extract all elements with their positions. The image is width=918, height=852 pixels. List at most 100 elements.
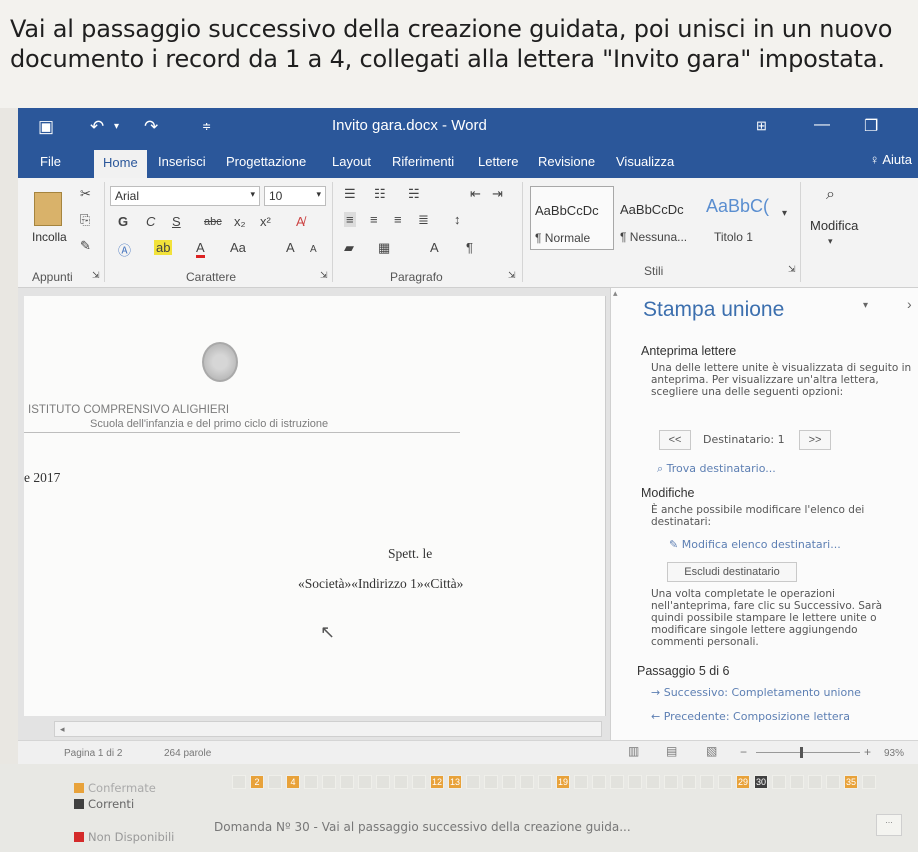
zoom-slider-thumb[interactable] (800, 747, 803, 758)
strikethrough-button[interactable]: abc (204, 216, 222, 228)
question-cell[interactable] (628, 775, 642, 789)
chevron-down-icon[interactable]: ▾ (828, 236, 833, 247)
print-layout-icon[interactable]: ▤ (666, 744, 677, 758)
show-formatting-button[interactable]: ¶ (466, 240, 473, 255)
style-no-spacing[interactable]: AaBbCcDc ¶ Nessuna... (616, 186, 700, 250)
modify-button[interactable]: Modifica (810, 218, 858, 233)
question-cell[interactable] (610, 775, 624, 789)
question-cell[interactable] (574, 775, 588, 789)
zoom-in-icon[interactable]: + (864, 745, 871, 759)
grow-font-button[interactable]: A (286, 240, 295, 255)
borders-icon[interactable]: ▦ (378, 240, 390, 256)
question-cell[interactable]: 12 (430, 775, 444, 789)
tab-review[interactable]: Revisione (538, 154, 595, 169)
question-cell[interactable] (232, 775, 246, 789)
tab-view[interactable]: Visualizza (616, 154, 674, 169)
zoom-level[interactable]: 93% (884, 748, 904, 759)
align-right-icon[interactable]: ≡ (394, 212, 402, 227)
web-layout-icon[interactable]: ▧ (706, 744, 717, 758)
tab-insert[interactable]: Inserisci (158, 154, 206, 169)
question-cell[interactable]: 13 (448, 775, 462, 789)
clipboard-launcher-icon[interactable]: ⇲ (92, 270, 100, 281)
question-cell[interactable] (484, 775, 498, 789)
document-page[interactable]: ISTITUTO COMPRENSIVO ALIGHIERI Scuola de… (24, 296, 606, 716)
save-icon[interactable]: ▣ (38, 117, 54, 137)
tab-design[interactable]: Progettazione (226, 154, 306, 169)
tab-mailings[interactable]: Lettere (478, 154, 518, 169)
question-cell[interactable] (700, 775, 714, 789)
question-cell[interactable] (268, 775, 282, 789)
question-cell[interactable] (592, 775, 606, 789)
close-icon[interactable]: › (907, 296, 912, 312)
exclude-recipient-button[interactable]: Escludi destinatario (667, 562, 797, 582)
word-count[interactable]: 264 parole (164, 748, 211, 759)
font-launcher-icon[interactable]: ⇲ (320, 270, 328, 281)
question-cell[interactable] (304, 775, 318, 789)
question-cell[interactable] (358, 775, 372, 789)
question-cell[interactable]: 35 (844, 775, 858, 789)
font-size-select[interactable]: 10 ▾ (264, 186, 326, 206)
question-cell[interactable] (772, 775, 786, 789)
shading-icon[interactable]: ▰ (344, 240, 354, 256)
numbering-icon[interactable]: ☷ (374, 186, 386, 202)
italic-button[interactable]: C (146, 214, 155, 229)
clear-formatting-icon[interactable]: A̸ (296, 214, 305, 229)
previous-recipient-button[interactable]: << (659, 430, 691, 450)
page-count[interactable]: Pagina 1 di 2 (64, 748, 122, 759)
redo-icon[interactable]: ↷ (144, 117, 158, 137)
expand-button[interactable]: ... (876, 814, 902, 836)
edit-recipient-list-link[interactable]: ✎ Modifica elenco destinatari... (669, 538, 841, 551)
question-cell[interactable] (718, 775, 732, 789)
shrink-font-button[interactable]: A (310, 244, 317, 255)
tab-file[interactable]: File (40, 154, 61, 169)
line-spacing-icon[interactable]: ↕ (454, 212, 461, 227)
decrease-indent-icon[interactable]: ⇤ (470, 186, 481, 202)
question-cell[interactable]: 2 (250, 775, 264, 789)
style-heading-1[interactable]: AaBbC( Titolo 1 (702, 186, 794, 250)
question-cell[interactable] (682, 775, 696, 789)
question-cell[interactable] (790, 775, 804, 789)
sort-button[interactable]: A (430, 240, 439, 255)
question-cell[interactable] (394, 775, 408, 789)
minimize-icon[interactable]: — (814, 116, 830, 134)
question-cell[interactable] (412, 775, 426, 789)
next-step-link[interactable]: → Successivo: Completamento unione (651, 686, 861, 699)
tab-layout[interactable]: Layout (332, 154, 371, 169)
question-cell[interactable] (538, 775, 552, 789)
style-normal[interactable]: AaBbCcDc ¶ Normale (530, 186, 614, 250)
tab-home[interactable]: Home (94, 150, 147, 178)
multilevel-list-icon[interactable]: ☵ (408, 186, 420, 202)
question-cell[interactable] (376, 775, 390, 789)
justify-icon[interactable]: ≣ (418, 212, 429, 228)
question-cell[interactable] (808, 775, 822, 789)
styles-more-icon[interactable]: ▾ (782, 208, 787, 219)
question-cell[interactable]: 19 (556, 775, 570, 789)
font-name-select[interactable]: Arial ▾ (110, 186, 260, 206)
subscript-icon[interactable]: x₂ (234, 214, 246, 229)
undo-dropdown-icon[interactable]: ▾ (114, 121, 119, 132)
question-cell[interactable] (466, 775, 480, 789)
question-cell[interactable] (520, 775, 534, 789)
underline-button[interactable]: S (172, 214, 181, 229)
restore-icon[interactable]: ❐ (864, 116, 878, 136)
align-left-icon[interactable]: ≡ (344, 212, 356, 227)
zoom-out-icon[interactable]: − (740, 745, 747, 759)
ribbon-display-icon[interactable]: ⊞ (756, 118, 767, 134)
scroll-left-icon[interactable]: ◂ (60, 724, 65, 735)
question-cell[interactable]: 29 (736, 775, 750, 789)
horizontal-scrollbar[interactable] (54, 721, 602, 737)
paste-button[interactable]: Incolla (32, 230, 67, 244)
customize-toolbar-icon[interactable]: ≑ (202, 120, 211, 133)
pane-options-icon[interactable]: ▾ (863, 300, 868, 311)
help-search[interactable]: ♀ Aiuta (870, 152, 912, 167)
cut-icon[interactable]: ✂ (80, 186, 91, 202)
question-cell[interactable] (340, 775, 354, 789)
question-cell[interactable] (502, 775, 516, 789)
text-effects-icon[interactable]: Ⓐ (118, 240, 131, 259)
next-recipient-button[interactable]: >> (799, 430, 831, 450)
increase-indent-icon[interactable]: ⇥ (492, 186, 503, 202)
search-icon[interactable]: ⌕ (826, 186, 835, 204)
paragraph-launcher-icon[interactable]: ⇲ (508, 270, 516, 281)
change-case-button[interactable]: Aa (230, 240, 246, 255)
tab-references[interactable]: Riferimenti (392, 154, 454, 169)
